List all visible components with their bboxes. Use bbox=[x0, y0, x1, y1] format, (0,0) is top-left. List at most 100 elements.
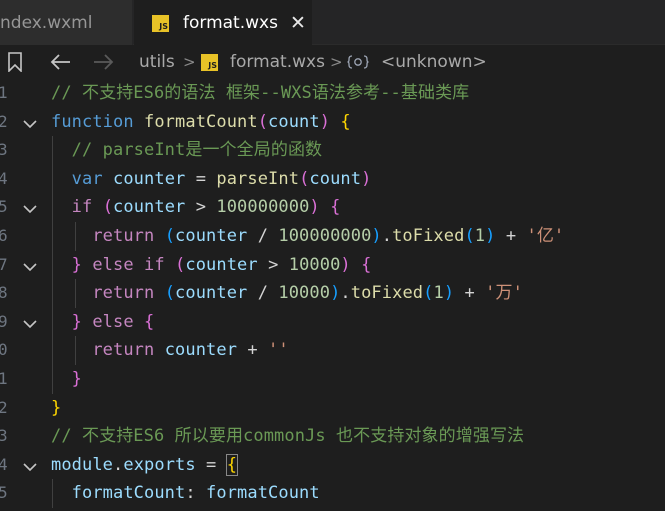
line-number: 9 bbox=[0, 311, 8, 331]
code-line[interactable]: 1 } bbox=[0, 365, 665, 393]
code-token: } bbox=[71, 369, 83, 389]
chevron-down-icon[interactable] bbox=[22, 258, 38, 277]
code-token: > bbox=[195, 197, 217, 218]
code-line[interactable]: 5 if (counter > 100000000) { bbox=[0, 193, 665, 221]
code-token: ) bbox=[309, 197, 331, 218]
code-token: parseInt bbox=[216, 168, 300, 189]
code-text: return (counter / 100000000).toFixed(1) … bbox=[51, 222, 564, 250]
code-token: . bbox=[113, 454, 124, 475]
editor-area[interactable]: 1 // 不支持ES6的语法 框架--WXS语法参考--基础类库 2 function… bbox=[0, 79, 665, 511]
arrow-left-icon[interactable] bbox=[50, 46, 72, 78]
code-token: counter bbox=[113, 197, 196, 218]
code-line[interactable]: 4 module.exports = { bbox=[0, 451, 665, 479]
code-token: count bbox=[309, 168, 362, 189]
code-editor-window: ndex.wxml JS format.wxs ✕ utils > JS for… bbox=[0, 0, 665, 511]
bookmark-icon[interactable] bbox=[7, 46, 23, 78]
code-line[interactable]: 8 return (counter / 10000).toFixed(1) + … bbox=[0, 279, 665, 307]
tab-bar: ndex.wxml JS format.wxs ✕ bbox=[0, 0, 665, 46]
code-token: . bbox=[381, 226, 393, 246]
code-token: counter bbox=[175, 283, 258, 304]
breadcrumb-symbol[interactable]: <unknown> bbox=[381, 46, 487, 78]
code-text: } else { bbox=[51, 308, 155, 336]
close-icon[interactable]: ✕ bbox=[290, 13, 306, 33]
tab-format-wxs[interactable]: JS format.wxs ✕ bbox=[134, 0, 312, 46]
indent-guide bbox=[75, 222, 76, 251]
code-token: if bbox=[51, 197, 103, 218]
code-token: function bbox=[51, 111, 145, 132]
code-line[interactable]: 3 // 不支持ES6 所以要用commonJs 也不支持对象的增强写法 bbox=[0, 422, 665, 450]
code-token: return bbox=[51, 340, 165, 361]
code-token: ) bbox=[330, 283, 341, 304]
code-token: 10000 bbox=[288, 254, 341, 275]
code-token: ) bbox=[485, 226, 496, 246]
code-token: return bbox=[51, 226, 165, 246]
code-token: { bbox=[361, 254, 372, 275]
code-token: } bbox=[51, 397, 62, 418]
chevron-down-icon[interactable] bbox=[22, 115, 38, 134]
indent-guide bbox=[75, 336, 76, 365]
code-line[interactable]: 4 var counter = parseInt(count) bbox=[0, 165, 665, 193]
line-number: 8 bbox=[0, 283, 8, 303]
code-token: = bbox=[206, 454, 227, 475]
code-token: ) bbox=[443, 283, 455, 304]
code-token: counter bbox=[175, 226, 258, 246]
code-token: 10000 bbox=[278, 283, 331, 304]
code-token: ( bbox=[102, 197, 114, 218]
code-text: // 不支持ES6的语法 框架--WXS语法参考--基础类库 bbox=[51, 79, 469, 107]
code-token: ) bbox=[371, 226, 382, 246]
chevron-down-icon[interactable] bbox=[22, 315, 38, 334]
arrow-right-icon[interactable] bbox=[92, 46, 114, 78]
code-token: { bbox=[144, 311, 155, 332]
code-token: toFixed bbox=[350, 283, 424, 304]
code-token: formatCount bbox=[144, 111, 258, 132]
code-token: = bbox=[195, 168, 217, 189]
line-number: 4 bbox=[0, 168, 8, 188]
tab-label: ndex.wxml bbox=[0, 12, 93, 33]
code-token: ( bbox=[164, 283, 176, 304]
code-token: module bbox=[51, 454, 114, 475]
code-token: ( bbox=[423, 283, 434, 304]
breadcrumb-separator: > bbox=[183, 53, 196, 71]
code-token: // 不支持ES6 所以要用commonJs 也不支持对象的增强写法 bbox=[51, 426, 525, 447]
code-token: '亿' bbox=[526, 226, 565, 246]
code-text: module.exports = { bbox=[51, 451, 239, 479]
code-token: // 不支持ES6的语法 框架--WXS语法参考--基础类库 bbox=[51, 83, 470, 103]
code-token: counter bbox=[164, 340, 248, 361]
code-line[interactable]: 3 // parseInt是一个全局的函数 bbox=[0, 136, 665, 164]
code-token: ) bbox=[340, 254, 362, 275]
code-text: formatCount: formatCount bbox=[51, 479, 320, 507]
code-token: / bbox=[257, 226, 279, 246]
code-token: toFixed bbox=[392, 226, 465, 246]
code-line[interactable]: 2} bbox=[0, 394, 665, 422]
code-line[interactable]: 1 // 不支持ES6的语法 框架--WXS语法参考--基础类库 bbox=[0, 79, 665, 107]
code-token: var bbox=[51, 168, 114, 189]
chevron-down-icon[interactable] bbox=[22, 200, 38, 219]
chevron-down-icon[interactable] bbox=[22, 458, 38, 477]
code-line[interactable]: 0 return counter + '' bbox=[0, 336, 665, 364]
line-number: 5 bbox=[0, 197, 8, 217]
tab-index-wxml[interactable]: ndex.wxml bbox=[0, 0, 133, 45]
code-token: count bbox=[268, 111, 320, 132]
code-line[interactable]: 2 function formatCount(count) { bbox=[0, 108, 665, 136]
code-token: '' bbox=[268, 340, 289, 361]
code-token: '万' bbox=[485, 283, 523, 304]
code-text: return (counter / 10000).toFixed(1) + '万… bbox=[51, 279, 523, 307]
code-line[interactable]: 9 } else { bbox=[0, 308, 665, 336]
line-number: 3 bbox=[0, 426, 8, 446]
code-line[interactable]: 5 formatCount: formatCount bbox=[0, 479, 665, 507]
code-token: formatCount bbox=[206, 483, 320, 504]
line-number: 6 bbox=[0, 226, 8, 245]
line-number: 0 bbox=[0, 340, 8, 360]
breadcrumb-folder[interactable]: utils bbox=[139, 46, 175, 78]
code-token: } bbox=[71, 254, 83, 275]
breadcrumb: utils > JS format.wxs > <unknown> bbox=[0, 46, 665, 78]
code-token: return bbox=[51, 283, 165, 304]
breadcrumb-file[interactable]: format.wxs bbox=[230, 46, 325, 78]
code-line[interactable]: 7 } else if (counter > 10000) { bbox=[0, 251, 665, 279]
code-token: 100000000 bbox=[278, 226, 372, 246]
code-line[interactable]: 6 return (counter / 100000000).toFixed(1… bbox=[0, 222, 665, 250]
code-token: { bbox=[225, 453, 239, 476]
